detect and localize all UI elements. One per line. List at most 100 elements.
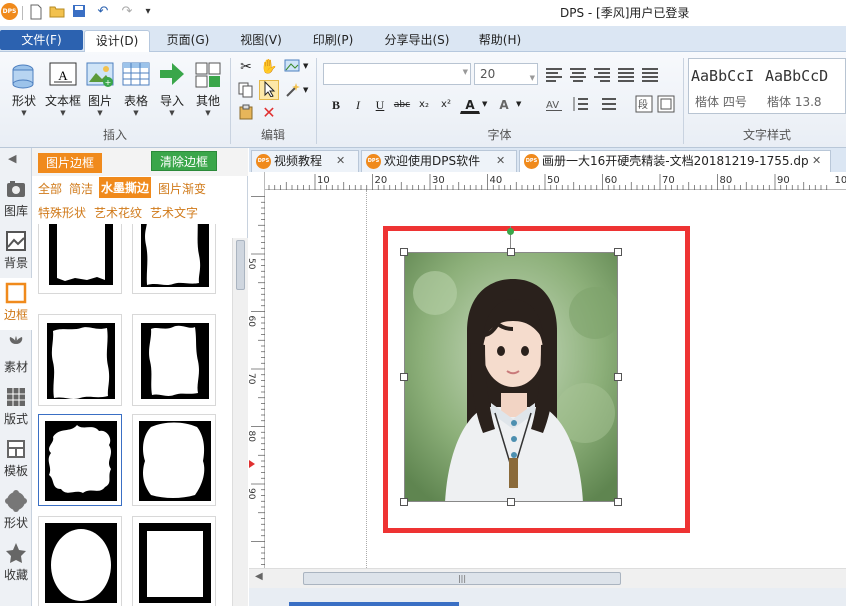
category-art-pattern[interactable]: 艺术花纹 <box>94 204 142 221</box>
sidebar-item-background[interactable]: 背景 <box>0 226 32 278</box>
doc-tab-video-tutorial[interactable]: DPS 视频教程 ✕ <box>251 150 359 172</box>
resize-handle[interactable] <box>400 498 408 506</box>
textbox-button[interactable]: A 文本框 ▼ <box>42 58 84 122</box>
sidebar-item-material[interactable]: 素材 <box>0 330 32 382</box>
doc-tab-welcome[interactable]: DPS 欢迎使用DPS软件 ✕ <box>361 150 517 172</box>
border-thumbnail[interactable] <box>38 516 122 606</box>
category-art-text[interactable]: 艺术文字 <box>150 204 198 221</box>
collapse-arrow-icon[interactable]: ◀ <box>8 152 16 165</box>
font-shadow-button[interactable]: A <box>494 94 514 114</box>
resize-handle[interactable] <box>614 373 622 381</box>
open-folder-icon[interactable] <box>49 4 65 20</box>
category-special-shape[interactable]: 特殊形状 <box>38 204 86 221</box>
category-gradient[interactable]: 图片渐变 <box>158 180 206 197</box>
chevron-down-icon[interactable]: ▼ <box>482 100 487 108</box>
resize-handle[interactable] <box>614 248 622 256</box>
paste-icon[interactable] <box>237 104 255 122</box>
tab-file[interactable]: 文件(F) <box>0 30 83 50</box>
border-thumbnail[interactable] <box>38 314 122 406</box>
import-arrow-icon <box>157 60 187 90</box>
text-style-gallery[interactable]: AaBbCcI 楷体 四号 AaBbCcD 楷体 13.8 <box>688 58 846 114</box>
resize-handle[interactable] <box>614 498 622 506</box>
image-edit-icon[interactable] <box>284 58 302 76</box>
doc-tab-label: 画册一大16开硬壳精装-文档20181219-1755.dpsf* <box>542 154 808 168</box>
clear-border-button[interactable]: 清除边框 <box>151 151 217 171</box>
horizontal-scrollbar[interactable]: ◀ ||| <box>249 568 846 588</box>
close-icon[interactable]: ✕ <box>812 151 821 171</box>
ruler-label: 60 <box>605 175 618 186</box>
sidebar-item-border[interactable]: 边框 <box>0 278 32 330</box>
quick-access-dropdown-icon[interactable]: ▾ <box>140 4 156 20</box>
cut-icon[interactable]: ✂ <box>237 58 255 76</box>
resize-handle[interactable] <box>507 248 515 256</box>
delete-icon[interactable]: ✕ <box>260 104 278 122</box>
paragraph-align-group <box>544 64 660 84</box>
magic-wand-icon[interactable] <box>284 82 302 100</box>
tab-share-export[interactable]: 分享导出(S) <box>378 30 456 52</box>
tab-print[interactable]: 印刷(P) <box>305 30 361 52</box>
sidebar-item-favorites[interactable]: 收藏 <box>0 538 32 590</box>
select-pointer-icon[interactable] <box>259 80 279 100</box>
scroll-left-icon[interactable]: ◀ <box>255 571 263 582</box>
rotate-handle[interactable] <box>507 228 514 235</box>
panel-scrollbar[interactable] <box>232 238 248 606</box>
sidebar-item-template[interactable]: 模板 <box>0 434 32 486</box>
undo-icon[interactable]: ↶ <box>95 4 111 20</box>
category-ink-torn[interactable]: 水墨撕边 <box>99 177 152 198</box>
chevron-down-icon[interactable]: ▼ <box>516 100 521 108</box>
category-all[interactable]: 全部 <box>38 180 62 197</box>
copy-icon[interactable] <box>237 82 255 100</box>
style-sample-1[interactable]: AaBbCcI 楷体 四号 <box>689 59 763 113</box>
subscript-button[interactable]: x₂ <box>414 94 434 114</box>
border-thumbnail-selected[interactable] <box>38 414 122 506</box>
tab-help[interactable]: 帮助(H) <box>472 30 528 52</box>
scrollbar-thumb[interactable] <box>236 240 245 290</box>
border-thumbnail[interactable] <box>132 516 216 606</box>
bold-button[interactable]: B <box>326 94 346 114</box>
italic-button[interactable]: I <box>348 94 368 114</box>
border-thumbnail[interactable] <box>132 314 216 406</box>
chevron-down-icon[interactable]: ▼ <box>303 62 308 70</box>
border-thumbnail[interactable] <box>132 224 216 294</box>
picture-button[interactable]: + 图片 ▼ <box>84 58 116 122</box>
document-canvas[interactable] <box>265 190 846 568</box>
svg-text:AV: AV <box>546 100 559 111</box>
tab-page[interactable]: 页面(G) <box>160 30 216 52</box>
superscript-button[interactable]: x² <box>436 94 456 114</box>
hand-icon[interactable]: ✋ <box>260 58 278 76</box>
doc-tab-label: 视频教程 <box>274 154 323 168</box>
table-button[interactable]: 表格 ▼ <box>118 58 154 122</box>
new-file-icon[interactable] <box>28 4 44 20</box>
photo-image[interactable] <box>404 252 618 502</box>
style-sample-2[interactable]: AaBbCcD 楷体 13.8 <box>763 59 845 113</box>
border-thumbnail[interactable] <box>132 414 216 506</box>
font-name-select[interactable]: ▼ <box>323 63 471 85</box>
ruler-label: 90 <box>777 175 790 186</box>
import-button[interactable]: 导入 ▼ <box>155 58 189 122</box>
doc-tab-active-document[interactable]: DPS 画册一大16开硬壳精装-文档20181219-1755.dpsf* ✕ <box>519 150 831 173</box>
chevron-down-icon[interactable]: ▼ <box>303 86 308 94</box>
tab-view[interactable]: 视图(V) <box>233 30 289 52</box>
resize-handle[interactable] <box>400 248 408 256</box>
resize-handle[interactable] <box>507 498 515 506</box>
shape-button[interactable]: 形状 ▼ <box>6 58 42 122</box>
resize-handle[interactable] <box>400 373 408 381</box>
redo-icon[interactable]: ↷ <box>119 4 135 20</box>
tab-design[interactable]: 设计(D) <box>84 30 150 53</box>
svg-text:A: A <box>58 68 68 83</box>
sidebar-item-shape[interactable]: 形状 <box>0 486 32 538</box>
border-thumbnail[interactable] <box>38 224 122 294</box>
close-icon[interactable]: ✕ <box>496 151 505 171</box>
other-button[interactable]: 其他 ▼ <box>191 58 225 122</box>
category-simple[interactable]: 简洁 <box>69 180 93 197</box>
font-color-button[interactable]: A <box>460 94 480 114</box>
sidebar-item-layout[interactable]: 版式 <box>0 382 32 434</box>
close-icon[interactable]: ✕ <box>336 151 345 171</box>
strikethrough-button[interactable]: abc <box>392 94 412 114</box>
save-icon[interactable] <box>71 4 87 20</box>
spacing-tools[interactable]: AV 段 <box>544 94 678 114</box>
scrollbar-thumb[interactable]: ||| <box>303 572 621 585</box>
underline-button[interactable]: U <box>370 94 390 114</box>
font-size-select[interactable]: 20 ▼ <box>474 63 538 85</box>
sidebar-item-gallery[interactable]: 图库 <box>0 174 32 226</box>
